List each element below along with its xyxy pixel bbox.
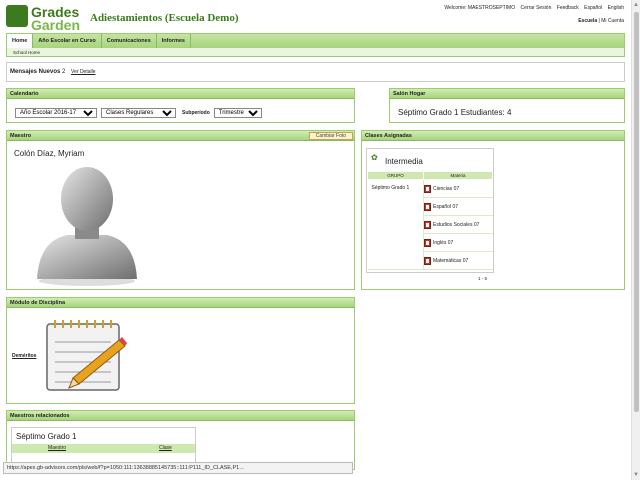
subperiod-select[interactable]: Trimestre 3 bbox=[213, 108, 262, 118]
related-group-name: Séptimo Grado 1 bbox=[16, 432, 77, 441]
scroll-thumb[interactable] bbox=[634, 12, 639, 412]
breadcrumb[interactable]: School Home bbox=[13, 50, 40, 55]
gradebook-icon[interactable] bbox=[424, 184, 431, 193]
subject-cell[interactable]: Matemáticas 07 bbox=[423, 251, 493, 270]
tab-informes[interactable]: Informes bbox=[157, 34, 191, 48]
school-title: Adiestamientos (Escuela Demo) bbox=[90, 12, 239, 24]
sub-links: Escuela | Mi Cuenta bbox=[578, 18, 624, 24]
subject-label[interactable]: Español 07 bbox=[433, 204, 458, 210]
messages-count: 2 bbox=[62, 69, 66, 75]
homeroom-panel: Salón Hogar Séptimo Grado 1 Estudiantes:… bbox=[389, 88, 625, 123]
related-group-box: Séptimo Grado 1 Maestro Clase bbox=[11, 427, 196, 467]
scroll-down-icon[interactable]: ▼ bbox=[633, 472, 639, 478]
homeroom-info[interactable]: Séptimo Grado 1 Estudiantes: 4 bbox=[398, 108, 511, 117]
class-level-box: ✿ Intermedia GRUPO Materia Séptimo Grado… bbox=[366, 148, 494, 273]
homeroom-panel-title: Salón Hogar bbox=[390, 89, 624, 99]
class-type-select[interactable]: Clases Regulares bbox=[101, 108, 176, 118]
table-row: Séptimo Grado 1 Ciencias 07 bbox=[367, 179, 493, 270]
english-link[interactable]: English bbox=[608, 5, 624, 11]
subject-label[interactable]: Inglés 07 bbox=[433, 240, 453, 246]
top-links: Welcome: MAESTROSEPTIMO Cerrar Sesión Fe… bbox=[440, 5, 624, 11]
subject-label[interactable]: Matemáticas 07 bbox=[433, 258, 468, 264]
tab-comunicaciones[interactable]: Comunicaciones bbox=[102, 34, 157, 48]
col-subject-header: Materia bbox=[423, 171, 493, 180]
messages-bar: Mensajes Nuevos 2 Ver Detalle bbox=[6, 62, 625, 82]
subject-cell[interactable]: Inglés 07 bbox=[423, 233, 493, 252]
gradebook-icon[interactable] bbox=[424, 256, 431, 265]
notepad-pencil-icon[interactable] bbox=[43, 318, 127, 392]
browser-status-url: https://apex.gb-advisors.com/pls/web/f?p… bbox=[3, 462, 353, 474]
subject-label[interactable]: Ciencias 07 bbox=[433, 186, 459, 192]
subject-cell[interactable]: Estudios Sociales 07 bbox=[423, 215, 493, 234]
subject-cell[interactable]: Español 07 bbox=[423, 197, 493, 216]
subject-cell[interactable]: Ciencias 07 bbox=[423, 179, 493, 198]
related-table-header: Maestro Clase bbox=[12, 444, 195, 453]
tab-ano-escolar[interactable]: Año Escolar en Curso bbox=[33, 34, 102, 48]
teacher-panel: Maestro Cambiar Foto Colón Díaz, Myriam bbox=[6, 130, 355, 290]
messages-label: Mensajes Nuevos bbox=[10, 69, 61, 75]
related-teachers-title: Maestros relacionados bbox=[7, 411, 354, 421]
demeritos-link[interactable]: Deméritos bbox=[12, 353, 36, 359]
avatar-placeholder-icon bbox=[37, 167, 137, 286]
logout-link[interactable]: Cerrar Sesión bbox=[521, 5, 552, 11]
leaf-logo-icon bbox=[6, 5, 28, 27]
feedback-link[interactable]: Feedback bbox=[557, 5, 579, 11]
logo-text-garden: Garden bbox=[31, 17, 81, 33]
mi-cuenta-link[interactable]: Mi Cuenta bbox=[601, 18, 624, 24]
group-cell: Séptimo Grado 1 bbox=[367, 179, 424, 270]
calendar-panel: Calendario Año Escolar 2016-17 Clases Re… bbox=[6, 88, 355, 123]
discipline-panel: Módulo de Disciplina Deméritos bbox=[6, 297, 355, 404]
spanish-link[interactable]: Español bbox=[584, 5, 602, 11]
separator: | bbox=[598, 18, 600, 24]
gradebook-icon[interactable] bbox=[424, 220, 431, 229]
school-year-select[interactable]: Año Escolar 2016-17 bbox=[15, 108, 97, 118]
main-nav: Home Año Escolar en Curso Comunicaciones… bbox=[6, 33, 625, 57]
welcome-text: Welcome: MAESTROSEPTIMO bbox=[444, 5, 516, 11]
subject-label[interactable]: Estudios Sociales 07 bbox=[433, 222, 479, 228]
change-photo-button[interactable]: Cambiar Foto bbox=[308, 132, 353, 140]
ver-detalle-link[interactable]: Ver Detalle bbox=[71, 69, 95, 75]
tab-home[interactable]: Home bbox=[7, 34, 34, 48]
teacher-panel-title: Maestro bbox=[7, 131, 354, 141]
gradebook-icon[interactable] bbox=[424, 202, 431, 211]
subperiod-label: Subperíodo bbox=[182, 110, 210, 116]
nav-tabs: Home Año Escolar en Curso Comunicaciones… bbox=[7, 34, 624, 48]
gradebook-icon[interactable] bbox=[424, 238, 431, 247]
col-teacher-header[interactable]: Maestro bbox=[48, 445, 66, 451]
calendar-panel-title: Calendario bbox=[7, 89, 354, 99]
discipline-panel-title: Módulo de Disciplina bbox=[7, 298, 354, 308]
assigned-classes-panel: Clases Asignadas ✿ Intermedia GRUPO Mate… bbox=[361, 130, 625, 290]
page-scrollbar[interactable]: ▲ ▼ bbox=[631, 0, 640, 480]
seedling-icon: ✿ bbox=[371, 153, 378, 162]
related-teachers-panel: Maestros relacionados Séptimo Grado 1 Ma… bbox=[6, 410, 355, 470]
logo[interactable]: Grades Garden bbox=[6, 4, 84, 33]
teacher-name: Colón Díaz, Myriam bbox=[14, 149, 85, 158]
table-pager: 1 - 5 bbox=[478, 276, 488, 281]
escuela-link[interactable]: Escuela bbox=[578, 18, 597, 24]
scroll-up-icon[interactable]: ▲ bbox=[633, 2, 639, 8]
class-level-name: Intermedia bbox=[385, 157, 423, 166]
classes-table: GRUPO Materia Séptimo Grado 1 Ciencias 0… bbox=[367, 171, 493, 270]
col-class-header[interactable]: Clase bbox=[159, 445, 172, 451]
assigned-classes-title: Clases Asignadas bbox=[362, 131, 624, 141]
col-group-header: GRUPO bbox=[367, 171, 424, 180]
